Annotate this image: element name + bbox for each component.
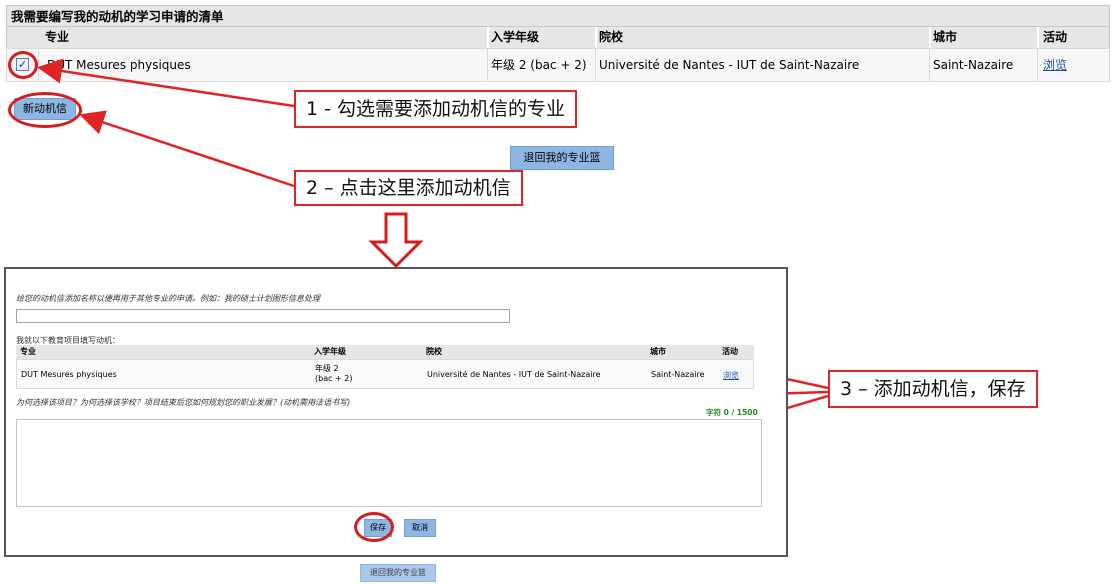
inner-row-city: Saint-Nazaire: [651, 370, 705, 379]
motivation-form-panel: 给您的动机信添加名称以便再用于其他专业的申请。例如：我的硕士计划图形信息处理 我…: [4, 267, 788, 557]
motivation-question: 为何选择该项目？为何选择该学校？项目结束后您如何规划您的职业发展？(动机需用法语…: [16, 398, 351, 407]
inner-col-major: 专业: [20, 347, 36, 356]
inner-col-school: 院校: [426, 347, 442, 356]
inner-row-major: DUT Mesures physiques: [21, 370, 117, 379]
inner-col-city: 城市: [650, 347, 666, 356]
inner-col-action: 活动: [722, 347, 738, 356]
name-prompt: 给您的动机信添加名称以便再用于其他专业的申请。例如：我的硕士计划图形信息处理: [16, 294, 320, 303]
cancel-button[interactable]: 取消: [404, 519, 436, 537]
back-to-basket-button-bottom[interactable]: 退回我的专业篮: [360, 564, 436, 582]
table-row: DUT Mesures physiques 年级 2 (bac + 2) Uni…: [16, 359, 754, 389]
motivation-textarea[interactable]: [16, 419, 762, 507]
char-counter: 字符 0 / 1500: [706, 408, 758, 417]
inner-row-school: Université de Nantes - IUT de Saint-Naza…: [427, 370, 601, 379]
down-arrow-icon: [368, 212, 424, 268]
letter-name-input[interactable]: [16, 309, 510, 323]
inner-row-year-1: 年级 2: [315, 364, 339, 373]
inner-row-year-2: (bac + 2): [315, 374, 353, 383]
save-highlight-ring: [354, 512, 394, 542]
inner-col-year: 入学年级: [314, 347, 346, 356]
inner-browse-link[interactable]: 浏览: [723, 370, 739, 381]
